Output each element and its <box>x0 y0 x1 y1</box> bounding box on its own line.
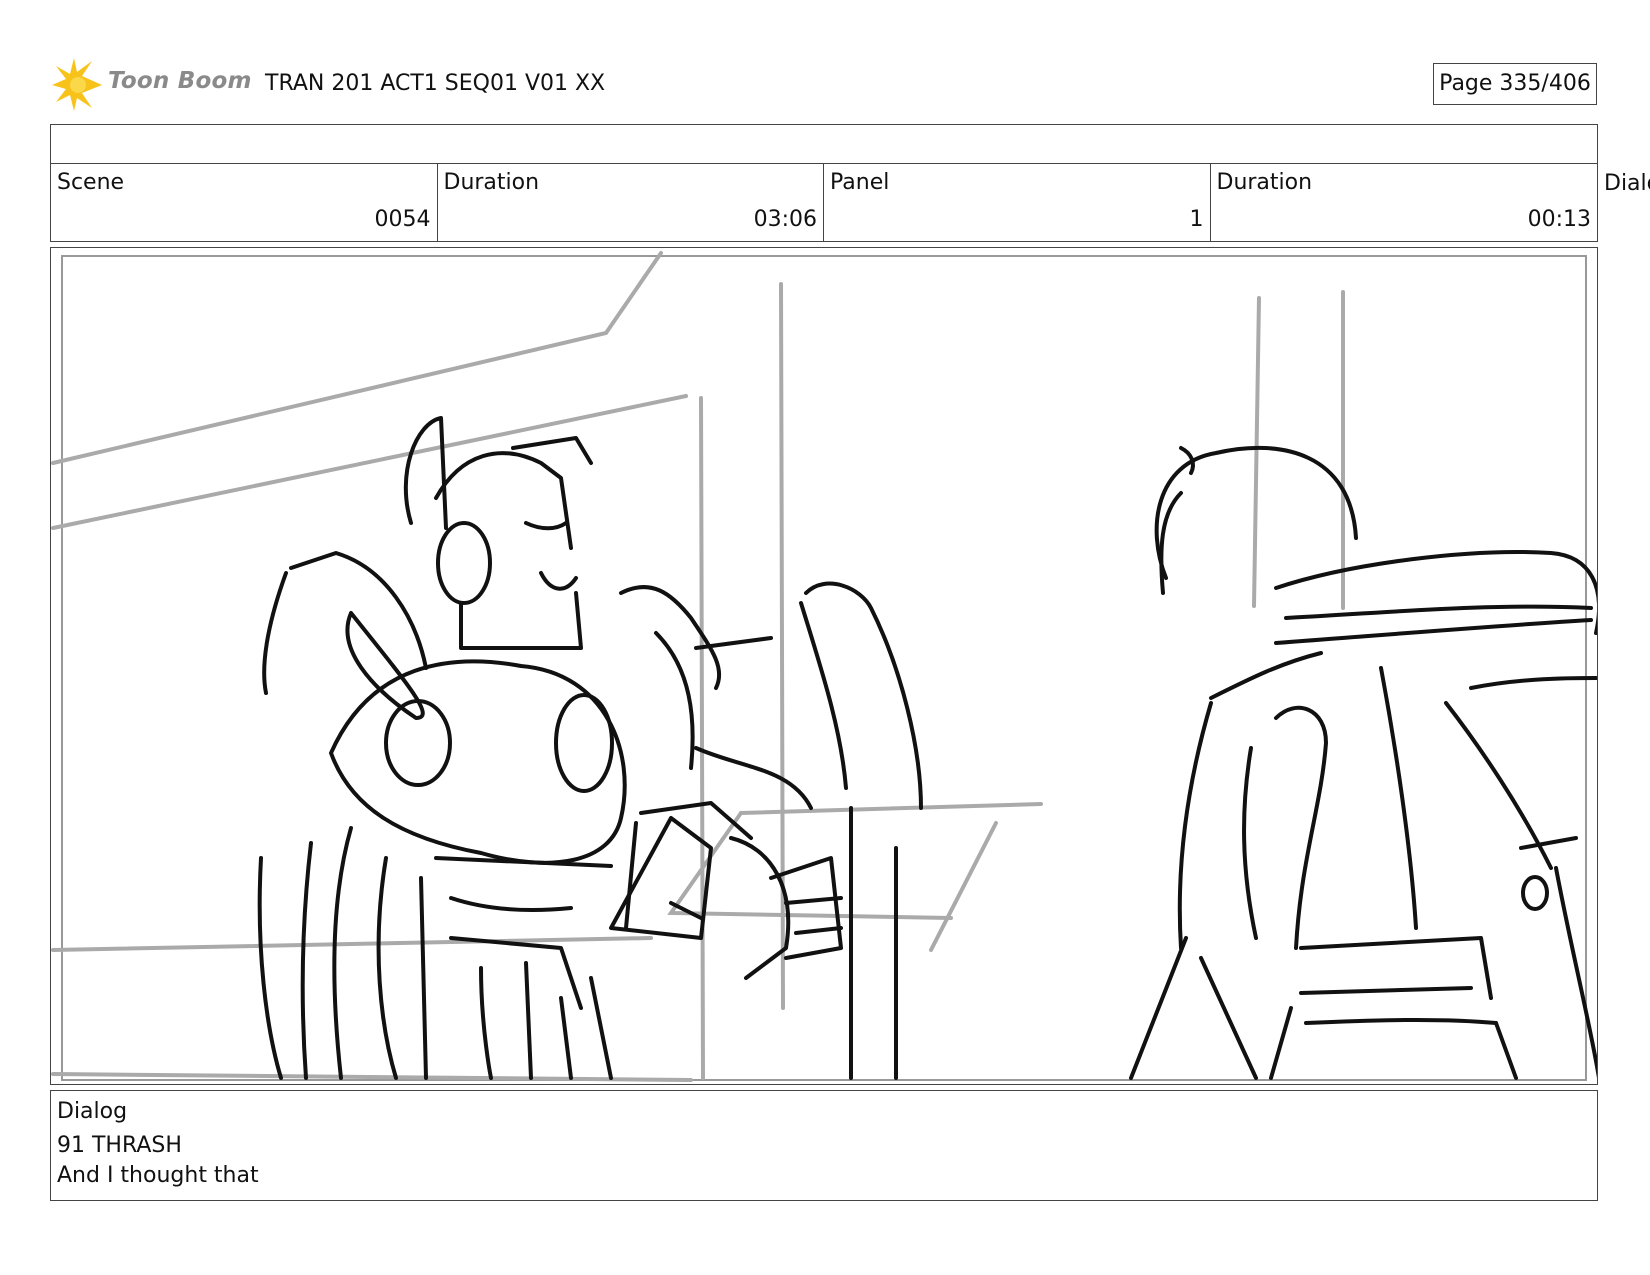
toon-boom-star-icon <box>52 58 102 111</box>
dialog-line: And I thought that <box>57 1163 259 1188</box>
panel-cell: Panel 1 <box>824 164 1211 242</box>
overflow-dialog-label: Dialog <box>1604 171 1650 196</box>
scene-duration-value: 03:06 <box>753 207 817 232</box>
scene-duration-cell: Duration 03:06 <box>438 164 824 242</box>
scene-label: Scene <box>57 170 125 195</box>
page-indicator: Page 335/406 <box>1433 63 1597 105</box>
panel-duration-value: 00:13 <box>1527 207 1591 232</box>
panel-value: 1 <box>1189 207 1204 232</box>
info-top-row <box>51 125 1597 164</box>
panel-duration-cell: Duration 00:13 <box>1211 164 1598 242</box>
storyboard-sketch <box>51 251 1597 1082</box>
document-title: TRAN 201 ACT1 SEQ01 V01 XX <box>265 71 606 96</box>
logo-text: Toon Boom <box>108 68 252 94</box>
scene-duration-label: Duration <box>443 170 540 195</box>
panel-duration-label: Duration <box>1216 170 1313 195</box>
dialog-label: Dialog <box>57 1099 128 1124</box>
panel-info-table: Scene 0054 Duration 03:06 Panel 1 Durati… <box>50 124 1598 242</box>
panel-label: Panel <box>830 170 890 195</box>
scene-cell: Scene 0054 <box>51 164 438 242</box>
scene-value: 0054 <box>374 207 431 232</box>
toon-boom-logo: Toon Boom <box>52 58 252 112</box>
dialog-speaker: 91 THRASH <box>57 1133 182 1158</box>
storyboard-panel <box>50 247 1598 1085</box>
dialog-box: Dialog 91 THRASH And I thought that <box>50 1090 1598 1201</box>
